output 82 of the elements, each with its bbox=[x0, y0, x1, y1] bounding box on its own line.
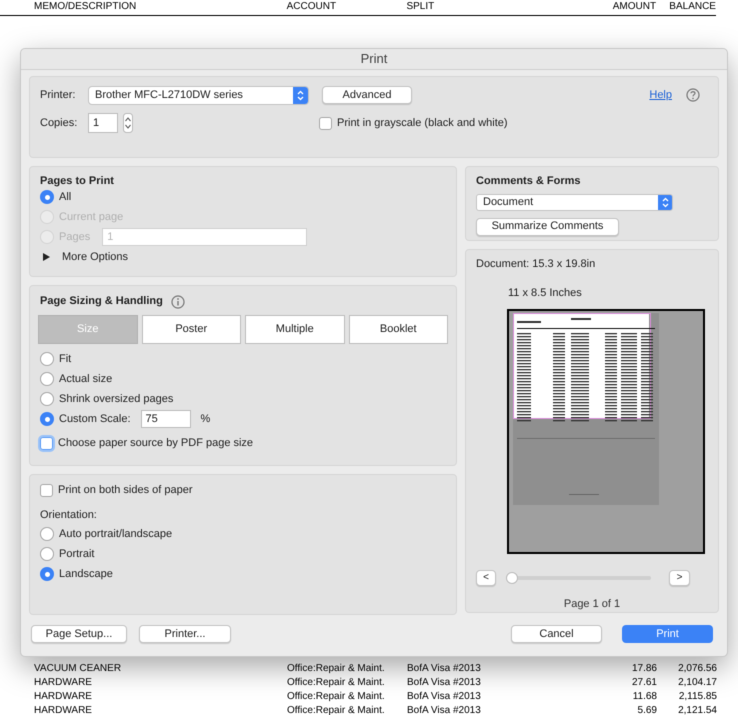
radio-label: Shrink oversized pages bbox=[59, 392, 174, 407]
copies-label: Copies: bbox=[40, 116, 78, 131]
radio-label: Fit bbox=[59, 352, 72, 367]
info-icon[interactable] bbox=[170, 294, 185, 308]
column-header: AMOUNT bbox=[612, 0, 656, 14]
table-cell-text: 5.69 bbox=[636, 704, 657, 715]
table-cell-text: Office:Repair & Maint. bbox=[287, 676, 386, 690]
table-cell-text: BofA Visa #2013 bbox=[407, 676, 482, 690]
slider-thumb[interactable] bbox=[506, 572, 518, 584]
table-cell-text: Office:Repair & Maint. bbox=[287, 662, 386, 676]
scale-field[interactable]: 75 bbox=[140, 410, 191, 428]
page-indicator: Page 1 of 1 bbox=[564, 596, 620, 612]
section-title: Comments & Forms bbox=[476, 174, 582, 189]
previous-page-button[interactable]: < bbox=[476, 570, 496, 586]
radio-label: All bbox=[59, 190, 72, 205]
checkbox-label: Print in grayscale (black and white) bbox=[337, 116, 508, 131]
table-cell-text: 17.86 bbox=[630, 662, 657, 676]
section-title: Page Sizing & Handling bbox=[40, 294, 163, 310]
printer-dropdown[interactable]: Brother MFC-L2710DW series bbox=[88, 86, 309, 104]
stepper-icon[interactable] bbox=[123, 113, 133, 133]
checkbox[interactable] bbox=[40, 436, 53, 450]
summarize-comments-button[interactable]: Summarize Comments bbox=[476, 218, 619, 236]
table-cell-text: BofA Visa #2013 bbox=[407, 662, 482, 676]
column-header: MEMO/DESCRIPTION bbox=[33, 0, 138, 14]
checkbox-label: Print on both sides of paper bbox=[58, 482, 193, 498]
more-options-label[interactable]: More Options bbox=[62, 248, 128, 266]
checkbox[interactable] bbox=[319, 116, 332, 130]
percent-label: % bbox=[200, 412, 210, 427]
radio-label: Actual size bbox=[59, 372, 112, 387]
printer-button[interactable]: Printer... bbox=[139, 625, 231, 643]
disclosure-triangle-icon[interactable] bbox=[43, 253, 50, 261]
advanced-button[interactable]: Advanced bbox=[322, 86, 412, 104]
table-cell-text: HARDWARE bbox=[33, 704, 93, 715]
radio-button[interactable] bbox=[40, 352, 54, 366]
table-cell-text: 2,104.17 bbox=[677, 676, 717, 690]
section-title: Pages to Print bbox=[40, 174, 115, 187]
table-cell-text: VACUUM CEANER bbox=[33, 662, 122, 676]
paper-size-label: 11 x 8.5 Inches bbox=[508, 286, 583, 300]
print-button[interactable]: Print bbox=[622, 625, 713, 643]
table-cell-text: 2,076.56 bbox=[677, 662, 717, 676]
radio-button[interactable] bbox=[40, 372, 54, 386]
copies-field[interactable]: 1 bbox=[88, 113, 118, 133]
printer-label: Printer: bbox=[40, 88, 76, 103]
checkbox-label: Choose paper source by PDF page size bbox=[58, 436, 254, 451]
radio-button[interactable] bbox=[40, 527, 54, 541]
table-cell-text: HARDWARE bbox=[33, 676, 93, 690]
column-header: BALANCE bbox=[668, 0, 716, 14]
size-tab[interactable]: Booklet bbox=[348, 315, 448, 344]
table-cell-text: 11.68 bbox=[632, 690, 657, 704]
radio-button[interactable] bbox=[40, 392, 54, 406]
column-header: SPLIT bbox=[406, 0, 436, 14]
cancel-button[interactable]: Cancel bbox=[511, 625, 602, 643]
page-setup-button[interactable]: Page Setup... bbox=[31, 625, 127, 643]
radio-button[interactable] bbox=[40, 190, 54, 204]
next-page-button[interactable]: > bbox=[669, 570, 690, 586]
table-cell-text: 2,115.85 bbox=[678, 690, 717, 704]
radio-button[interactable] bbox=[40, 567, 54, 581]
size-tab[interactable]: Multiple bbox=[245, 315, 344, 344]
table-cell-text: HARDWARE bbox=[33, 690, 93, 704]
radio-button[interactable] bbox=[40, 547, 54, 561]
column-header: ACCOUNT bbox=[286, 0, 338, 14]
chevron-icon bbox=[293, 86, 308, 104]
window-title: Print bbox=[360, 50, 388, 68]
document-size-label: Document: 15.3 x 19.8in bbox=[476, 257, 596, 272]
radio-label: Portrait bbox=[59, 546, 94, 562]
radio-label: Custom Scale: bbox=[59, 412, 131, 427]
table-cell-text: BofA Visa #2013 bbox=[407, 704, 482, 715]
checkbox[interactable] bbox=[40, 484, 53, 496]
table-cell-text: Office:Repair & Maint. bbox=[287, 704, 386, 715]
table-cell-text: BofA Visa #2013 bbox=[407, 690, 482, 704]
help-icon[interactable] bbox=[686, 88, 700, 102]
table-cell-text: Office:Repair & Maint. bbox=[287, 690, 386, 704]
table-cell-text: 2,121.54 bbox=[677, 704, 717, 715]
help-link[interactable]: Help bbox=[649, 86, 672, 104]
orientation-label: Orientation: bbox=[40, 508, 98, 523]
size-tab[interactable]: Poster bbox=[142, 315, 241, 344]
radio-button[interactable] bbox=[40, 412, 54, 426]
radio-label: Landscape bbox=[59, 566, 113, 582]
chevron-icon bbox=[658, 194, 672, 210]
radio-label: Auto portrait/landscape bbox=[59, 526, 172, 542]
comments-dropdown[interactable]: Document bbox=[476, 194, 673, 210]
table-cell-text: 27.61 bbox=[630, 676, 657, 690]
